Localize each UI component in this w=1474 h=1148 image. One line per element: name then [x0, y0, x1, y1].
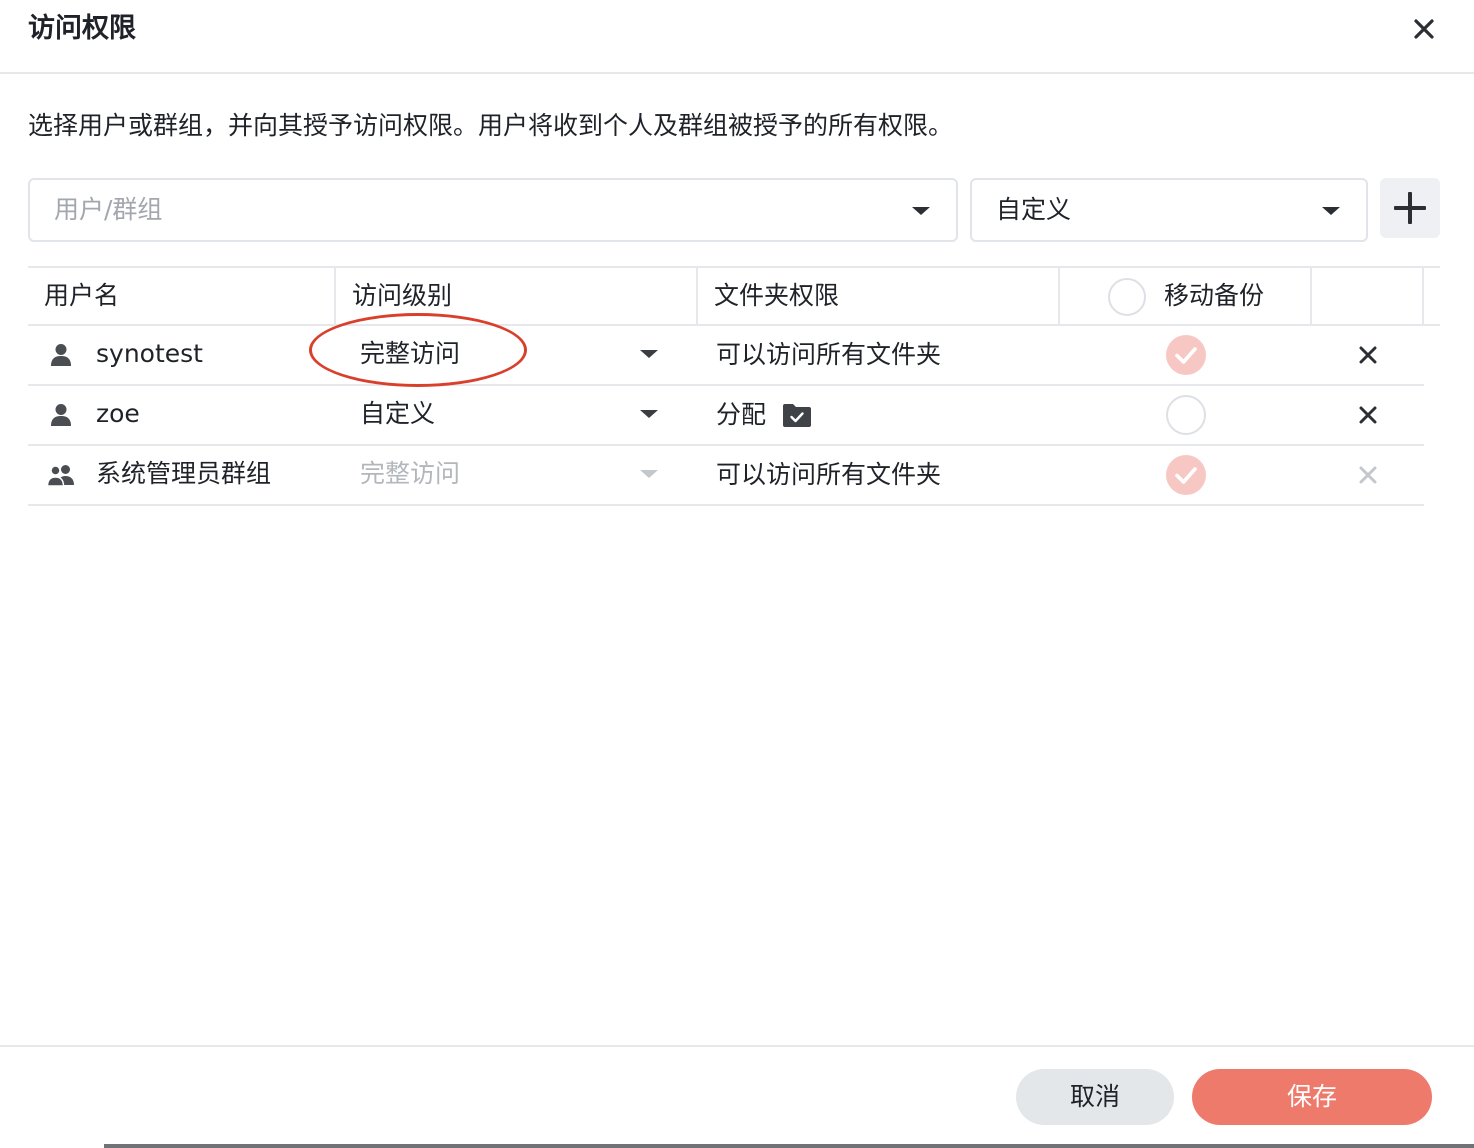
- dialog-header: 访问权限: [0, 0, 1474, 74]
- group-icon: [44, 446, 78, 504]
- mobile-backup-checkbox[interactable]: [1166, 395, 1206, 435]
- row-access-level-select[interactable]: 自定义: [336, 386, 676, 444]
- table-row: synotest 完整访问 可以访问所有文件夹: [28, 326, 1424, 386]
- row-access-level-select: 完整访问: [336, 446, 676, 504]
- chevron-down-icon: [640, 410, 658, 418]
- row-folder-permission-text: 可以访问所有文件夹: [716, 460, 942, 489]
- row-folder-permission: 可以访问所有文件夹: [716, 446, 941, 504]
- close-button[interactable]: [1404, 12, 1444, 46]
- table-header: 用户名 访问级别 文件夹权限 移动备份: [28, 266, 1440, 326]
- row-folder-permission-text: 分配: [716, 400, 767, 429]
- add-button[interactable]: [1380, 178, 1440, 238]
- permissions-table: 用户名 访问级别 文件夹权限 移动备份 synotest 完整访问 可以访问所有…: [28, 266, 1440, 506]
- close-icon: [1414, 19, 1434, 39]
- column-header-actions: [1312, 268, 1424, 326]
- dialog-description: 选择用户或群组，并向其授予访问权限。用户将收到个人及群组被授予的所有权限。: [28, 111, 954, 140]
- remove-row-button: [1350, 460, 1386, 490]
- row-access-level-value: 完整访问: [360, 459, 461, 488]
- mobile-backup-checkbox[interactable]: [1166, 335, 1206, 375]
- dialog-title: 访问权限: [28, 13, 136, 44]
- remove-row-button[interactable]: [1350, 400, 1386, 430]
- user-group-select[interactable]: 用户/群组: [28, 178, 958, 242]
- user-icon: [44, 386, 78, 444]
- user-group-select-placeholder: 用户/群组: [54, 195, 163, 224]
- close-icon: [1359, 406, 1377, 424]
- column-header-mobile-backup: 移动备份: [1060, 268, 1312, 326]
- column-header-mobile-backup-label: 移动备份: [1164, 281, 1265, 310]
- column-header-username[interactable]: 用户名: [28, 268, 336, 326]
- column-header-access-level[interactable]: 访问级别: [336, 268, 698, 326]
- row-access-level-value: 完整访问: [360, 339, 461, 368]
- table-row: 系统管理员群组 完整访问 可以访问所有文件夹: [28, 446, 1424, 506]
- row-folder-permission: 可以访问所有文件夹: [716, 326, 941, 384]
- save-button[interactable]: 保存: [1192, 1069, 1432, 1125]
- chevron-down-icon: [912, 207, 930, 215]
- access-level-select-value: 自定义: [996, 195, 1072, 224]
- remove-row-button[interactable]: [1350, 340, 1386, 370]
- column-header-folder-permissions[interactable]: 文件夹权限: [698, 268, 1060, 326]
- row-username: 系统管理员群组: [96, 459, 272, 488]
- chevron-down-icon: [640, 470, 658, 478]
- row-access-level-select[interactable]: 完整访问: [336, 326, 676, 384]
- dialog-footer: 取消 保存: [0, 1045, 1474, 1148]
- row-folder-permission-text: 可以访问所有文件夹: [716, 340, 942, 369]
- select-all-backup-checkbox[interactable]: [1108, 278, 1146, 316]
- chevron-down-icon: [640, 350, 658, 358]
- cancel-button[interactable]: 取消: [1016, 1069, 1174, 1125]
- window-scrollbar: [104, 1144, 1474, 1148]
- user-icon: [44, 326, 78, 384]
- row-username: synotest: [96, 339, 203, 368]
- close-icon: [1359, 346, 1377, 364]
- close-icon: [1359, 466, 1377, 484]
- folder-check-icon[interactable]: [782, 402, 812, 428]
- chevron-down-icon: [1322, 207, 1340, 215]
- check-icon: [1175, 467, 1197, 484]
- row-username: zoe: [96, 399, 140, 428]
- row-access-level-value: 自定义: [360, 399, 436, 428]
- mobile-backup-checkbox[interactable]: [1166, 455, 1206, 495]
- access-level-select[interactable]: 自定义: [970, 178, 1368, 242]
- table-row: zoe 自定义 分配: [28, 386, 1424, 446]
- row-folder-permission: 分配: [716, 386, 812, 444]
- check-icon: [1175, 347, 1197, 364]
